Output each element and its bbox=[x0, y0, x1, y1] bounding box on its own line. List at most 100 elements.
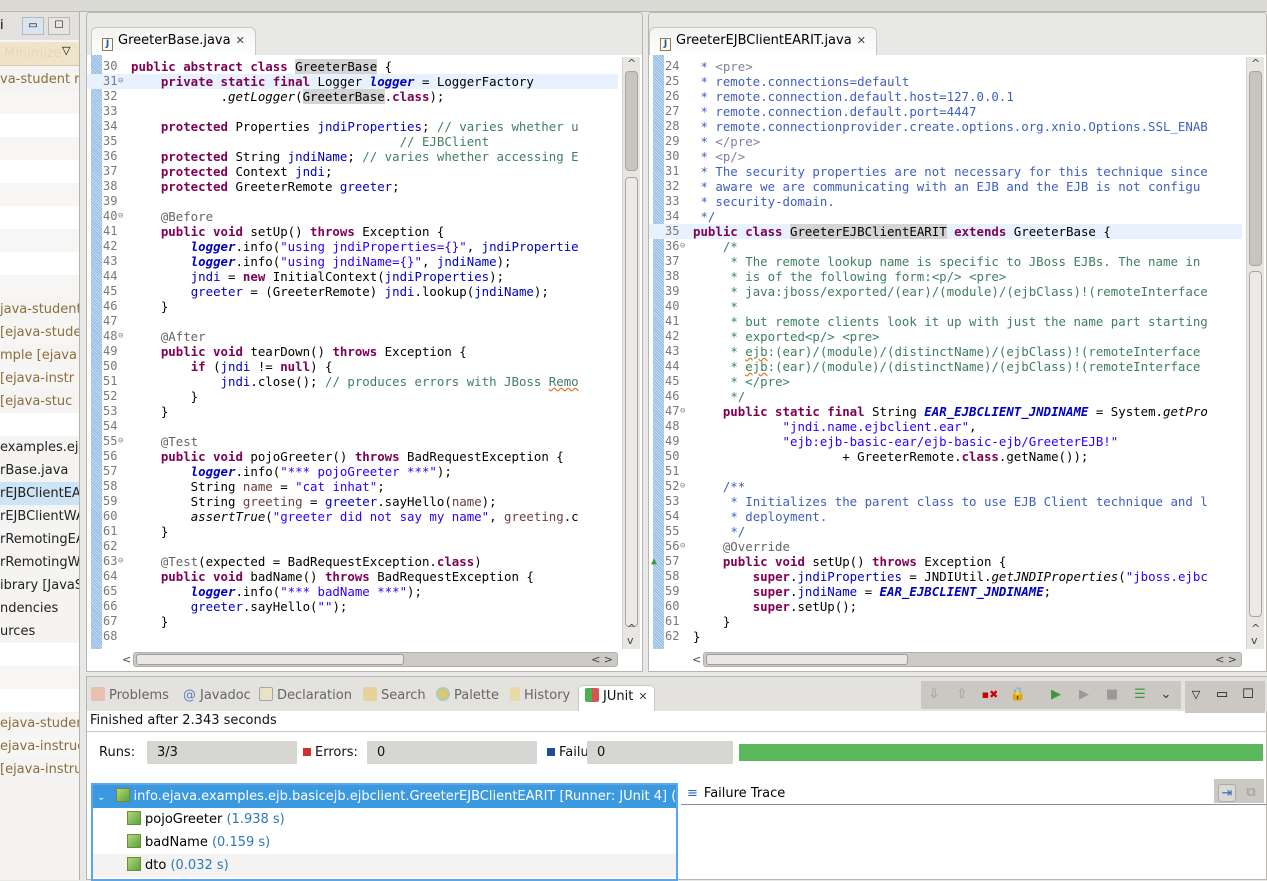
code-line[interactable]: 44 * ejb:(ear)/(module)/(distinctName)/(… bbox=[649, 359, 1242, 374]
scroll-down-icon[interactable]: v bbox=[627, 634, 634, 647]
tab-problems[interactable]: Problems bbox=[91, 685, 169, 711]
code-line[interactable]: 45 greeter = (GreeterRemote) jndi.lookup… bbox=[87, 284, 618, 299]
explorer-item[interactable] bbox=[0, 275, 79, 298]
code-line[interactable]: 55 */ bbox=[649, 524, 1242, 539]
explorer-item[interactable] bbox=[0, 666, 79, 689]
code-line[interactable]: 33 * security-domain. bbox=[649, 194, 1242, 209]
explorer-item[interactable] bbox=[0, 413, 79, 436]
code-line[interactable]: 39 * java:jboss/exported/(ear)/(module)/… bbox=[649, 284, 1242, 299]
fold-toggle-icon[interactable]: ⊖ bbox=[118, 434, 123, 449]
explorer-item[interactable] bbox=[0, 160, 79, 183]
fold-toggle-icon[interactable]: ⊖ bbox=[118, 74, 123, 89]
explorer-item[interactable]: ejava-instruc bbox=[0, 735, 79, 758]
scroll-left-icon[interactable]: < bbox=[692, 653, 701, 666]
explorer-item[interactable] bbox=[0, 206, 79, 229]
code-line[interactable]: 34 */ bbox=[649, 209, 1242, 224]
vertical-scrollbar[interactable]: ^ ^ v bbox=[622, 57, 640, 649]
hscroll-thumb[interactable] bbox=[136, 654, 404, 665]
code-line[interactable]: 45 * </pre> bbox=[649, 374, 1242, 389]
code-line[interactable]: 44 jndi = new InitialContext(jndiPropert… bbox=[87, 269, 618, 284]
code-line[interactable]: 31 * The security properties are not nec… bbox=[649, 164, 1242, 179]
code-line[interactable]: 43 logger.info("using jndiName={}", jndi… bbox=[87, 254, 618, 269]
code-line[interactable]: 35 // EJBClient bbox=[87, 134, 618, 149]
close-icon[interactable]: ✕ bbox=[857, 28, 866, 54]
code-line[interactable]: 62 bbox=[87, 539, 618, 554]
code-line[interactable]: 29 * </pre> bbox=[649, 134, 1242, 149]
tab-junit[interactable]: JUnit ✕ bbox=[578, 685, 655, 711]
code-line[interactable]: 53 * Initializes the parent class to use… bbox=[649, 494, 1242, 509]
explorer-item[interactable] bbox=[0, 252, 79, 275]
code-line[interactable]: 59 super.jndiName = EAR_EJBCLIENT_JNDINA… bbox=[649, 584, 1242, 599]
code-line[interactable]: 31 ⊖ private static final Logger logger =… bbox=[87, 74, 618, 89]
code-line[interactable]: 61 } bbox=[649, 614, 1242, 629]
explorer-item[interactable] bbox=[0, 643, 79, 666]
code-line[interactable]: 56 ⊖ @Override bbox=[649, 539, 1242, 554]
fold-toggle-icon[interactable]: ⊖ bbox=[680, 404, 685, 419]
fold-toggle-icon[interactable]: ⊖ bbox=[118, 209, 123, 224]
code-line[interactable]: 68 bbox=[87, 629, 618, 644]
chevron-down-icon[interactable]: ⌄ bbox=[97, 792, 105, 803]
show-failures-only-icon[interactable]: ▪✖ bbox=[981, 686, 999, 704]
test-case-row[interactable]: dto (0.032 s) bbox=[93, 854, 676, 877]
code-line[interactable]: 43 * ejb:(ear)/(module)/(distinctName)/(… bbox=[649, 344, 1242, 359]
explorer-item[interactable]: urces bbox=[0, 620, 79, 643]
code-line[interactable]: 60 assertTrue("greeter did not say my na… bbox=[87, 509, 618, 524]
code-line[interactable]: 38 protected GreeterRemote greeter; bbox=[87, 179, 618, 194]
fold-toggle-icon[interactable]: ⊖ bbox=[680, 539, 685, 554]
explorer-item[interactable]: examples.ej bbox=[0, 436, 79, 459]
horizontal-scrollbar[interactable]: < < > bbox=[122, 652, 618, 667]
code-line[interactable]: 50 if (jndi != null) { bbox=[87, 359, 618, 374]
code-line[interactable]: 52 ⊖ /** bbox=[649, 479, 1242, 494]
explorer-item[interactable] bbox=[0, 114, 79, 137]
scroll-left-icon[interactable]: < bbox=[122, 653, 131, 666]
code-line[interactable]: 53 } bbox=[87, 404, 618, 419]
view-menu-icon[interactable]: ▽ bbox=[1187, 686, 1205, 704]
code-line[interactable]: 51 bbox=[649, 464, 1242, 479]
code-line[interactable]: 64 public void badName() throws BadReque… bbox=[87, 569, 618, 584]
vertical-scrollbar[interactable]: ^ ^ v bbox=[1246, 57, 1264, 649]
code-line[interactable]: 54 bbox=[87, 419, 618, 434]
tab-javadoc[interactable]: @ Javadoc bbox=[183, 685, 251, 711]
code-line[interactable]: 38 * is of the following form:<p/> <pre> bbox=[649, 269, 1242, 284]
explorer-item[interactable]: rRemotingEA bbox=[0, 528, 79, 551]
tab-declaration[interactable]: Declaration bbox=[259, 685, 352, 711]
explorer-item[interactable]: mple [ejava bbox=[0, 344, 79, 367]
explorer-item[interactable] bbox=[0, 183, 79, 206]
view-menu-icon[interactable]: ▽ bbox=[62, 44, 70, 57]
override-marker-icon[interactable]: ▲ bbox=[651, 554, 657, 569]
compare-result-icon[interactable]: ⧉ bbox=[1242, 784, 1260, 802]
minimize-button[interactable]: ▭ bbox=[22, 17, 44, 35]
tab-greeterbase-java[interactable]: J GreeterBase.java ✕ bbox=[91, 27, 256, 55]
scroll-thumb[interactable] bbox=[1249, 71, 1262, 266]
minimize-icon[interactable]: ▭ bbox=[1213, 686, 1231, 704]
test-tree[interactable]: ⌄ info.ejava.examples.ejb.basicejb.ejbcl… bbox=[91, 783, 678, 881]
code-line[interactable]: 37 * The remote lookup name is specific … bbox=[649, 254, 1242, 269]
explorer-item[interactable]: ndencies bbox=[0, 597, 79, 620]
scroll-right-icon[interactable]: < > bbox=[591, 653, 613, 666]
tab-history[interactable]: History bbox=[510, 685, 570, 711]
code-line[interactable]: 51 jndi.close(); // produces errors with… bbox=[87, 374, 618, 389]
code-line[interactable]: 59 String greeting = greeter.sayHello(na… bbox=[87, 494, 618, 509]
explorer-item[interactable]: [ejava-instr bbox=[0, 367, 79, 390]
code-line[interactable]: 62} bbox=[649, 629, 1242, 644]
code-line[interactable]: 32 .getLogger(GreeterBase.class); bbox=[87, 89, 618, 104]
explorer-item[interactable]: rRemotingWA bbox=[0, 551, 79, 574]
test-run-history-icon[interactable]: ☰ bbox=[1131, 686, 1149, 704]
previous-failure-icon[interactable]: ⇧ bbox=[953, 686, 971, 704]
code-line[interactable]: 36 protected String jndiName; // varies … bbox=[87, 149, 618, 164]
code-line[interactable]: 35 public class GreeterEJBClientEARIT ext… bbox=[649, 224, 1242, 239]
maximize-icon[interactable]: ☐ bbox=[1239, 686, 1257, 704]
explorer-item[interactable] bbox=[0, 229, 79, 252]
code-line[interactable]: 67 } bbox=[87, 614, 618, 629]
scroll-down-icon[interactable]: v bbox=[1251, 634, 1258, 647]
tab-search[interactable]: Search bbox=[363, 685, 426, 711]
code-line[interactable]: 56 public void pojoGreeter() throws BadR… bbox=[87, 449, 618, 464]
code-line[interactable]: 66 greeter.sayHello(""); bbox=[87, 599, 618, 614]
code-line[interactable]: 34 protected Properties jndiProperties; … bbox=[87, 119, 618, 134]
code-line[interactable]: 36 ⊖ /* bbox=[649, 239, 1242, 254]
rerun-test-icon[interactable]: ▶ bbox=[1047, 686, 1065, 704]
code-line[interactable]: 57 ▲ public void setUp() throws Exception… bbox=[649, 554, 1242, 569]
explorer-item[interactable]: ibrary [JavaS bbox=[0, 574, 79, 597]
chevron-down-icon[interactable]: ⌄ bbox=[1157, 686, 1175, 704]
explorer-item[interactable]: rEJBClientEA bbox=[0, 482, 79, 505]
